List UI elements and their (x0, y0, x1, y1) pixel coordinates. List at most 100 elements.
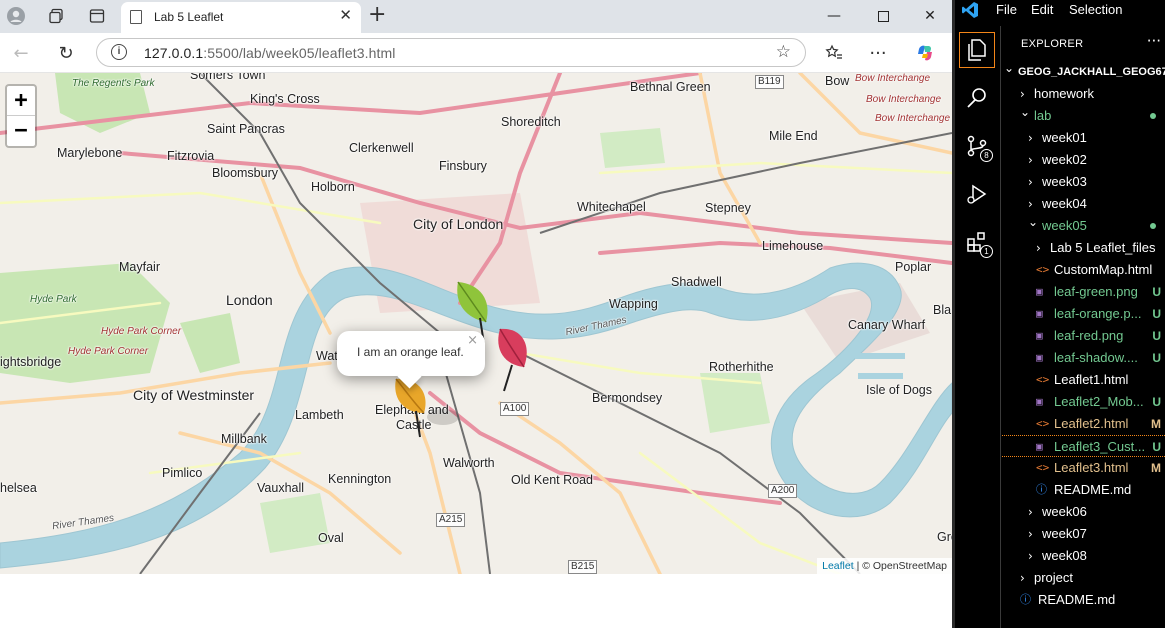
map-label: helsea (0, 481, 37, 495)
profile-icon[interactable] (4, 5, 28, 27)
settings-more-icon[interactable]: ··· (866, 41, 890, 65)
map-label: Wapping (609, 297, 658, 311)
chevron-down-icon[interactable]: ⌄ (1028, 215, 1038, 233)
info-file-icon: ⓘ (1020, 593, 1031, 606)
tree-item-label: Leaflet3.html (1054, 460, 1129, 475)
tab-lab5-leaflet[interactable]: Lab 5 Leaflet ✕ (121, 2, 361, 33)
html-file-icon: <> (1036, 461, 1050, 474)
tree-folder[interactable]: › week04 (1002, 193, 1165, 215)
image-file-icon: ▣ (1036, 285, 1043, 298)
chevron-right-icon[interactable]: › (1028, 193, 1033, 215)
tree-file[interactable]: <> Leaflet3.html M (1002, 457, 1165, 479)
maximize-icon[interactable] (863, 3, 903, 29)
tree-folder[interactable]: › week07 (1002, 523, 1165, 545)
chevron-right-icon[interactable]: › (1028, 501, 1033, 523)
tree-folder[interactable]: › week01 (1002, 127, 1165, 149)
chevron-right-icon[interactable]: › (1036, 237, 1041, 259)
chevron-right-icon[interactable]: › (1028, 545, 1033, 567)
map-label: Old Kent Road (511, 473, 593, 487)
info-file-icon: ⓘ (1036, 483, 1047, 496)
menu-bar: File Edit Selection (955, 0, 1165, 22)
extensions-icon[interactable]: 1 (959, 224, 995, 260)
tree-item-label: project (1034, 570, 1074, 585)
minimize-icon[interactable]: — (814, 3, 854, 29)
reload-icon[interactable]: ↻ (54, 41, 78, 65)
address-bar[interactable]: i 127.0.0.1:5500/lab/week05/leaflet3.htm… (96, 38, 806, 67)
tree-item-label: Lab 5 Leaflet_files (1050, 240, 1156, 255)
favorite-star-icon[interactable]: ☆ (776, 42, 791, 62)
favorites-icon[interactable] (822, 41, 846, 65)
git-status-badge: U (1152, 440, 1161, 454)
close-window-icon[interactable]: ✕ (910, 3, 950, 29)
chevron-right-icon[interactable]: › (1028, 523, 1033, 545)
tree-file[interactable]: ▣ Leaflet2_Mob... U (1002, 391, 1165, 413)
tree-folder[interactable]: › week08 (1002, 545, 1165, 567)
popup-close-icon[interactable]: × (467, 333, 478, 348)
explorer-sidebar: EXPLORER ··· ⌄ GEOG_JACKHALL_GEOG678 › home… (1002, 26, 1165, 628)
map-label: The Regent's Park (72, 78, 155, 89)
tree-file[interactable]: ▣ leaf-red.png U (1002, 325, 1165, 347)
run-debug-icon[interactable] (959, 176, 995, 212)
chevron-right-icon[interactable]: › (1028, 149, 1033, 171)
explorer-title: EXPLORER (1021, 38, 1084, 50)
menu-selection[interactable]: Selection (1069, 2, 1122, 17)
tree-file[interactable]: ⓘ README.md (1002, 479, 1165, 501)
map-label: Isle of Dogs (866, 383, 933, 397)
source-control-icon[interactable]: 8 (959, 128, 995, 164)
tab-bar: Lab 5 Leaflet ✕ + — ✕ (0, 0, 952, 33)
tree-folder[interactable]: › project (1002, 567, 1165, 589)
chevron-down-icon[interactable]: ⌄ (1004, 61, 1014, 79)
tree-folder[interactable]: ⌄ week05 (1002, 215, 1165, 237)
tree-item-label: week06 (1042, 504, 1087, 519)
image-file-icon: ▣ (1036, 307, 1043, 320)
chevron-right-icon[interactable]: › (1020, 567, 1025, 589)
tree-folder[interactable]: › week06 (1002, 501, 1165, 523)
road-shield: A200 (768, 484, 798, 498)
vertical-tabs-icon[interactable] (85, 5, 109, 27)
menu-file[interactable]: File (996, 2, 1017, 17)
tree-folder[interactable]: ⌄ lab (1002, 105, 1165, 127)
tree-folder[interactable]: › Lab 5 Leaflet_files (1002, 237, 1165, 259)
map-label: Clerkenwell (349, 141, 414, 155)
red-leaf-marker[interactable] (490, 323, 535, 393)
copilot-icon[interactable] (913, 41, 937, 65)
back-icon[interactable]: ← (9, 41, 33, 65)
map-label: Poplar (895, 260, 932, 274)
tree-file[interactable]: <> Leaflet2.html M (1002, 413, 1165, 435)
map-label: Finsbury (439, 159, 487, 173)
tree-file[interactable]: ⓘ README.md (1002, 589, 1165, 611)
workspaces-icon[interactable] (44, 5, 68, 27)
tree-folder[interactable]: › week03 (1002, 171, 1165, 193)
chevron-down-icon[interactable]: ⌄ (1020, 105, 1030, 123)
tree-file[interactable]: <> CustomMap.html (1002, 259, 1165, 281)
leaflet-map[interactable]: Somers Town The Regent's Park King's Cro… (0, 73, 952, 574)
html-file-icon: <> (1036, 373, 1050, 386)
popup-text: I am an orange leaf. (357, 345, 464, 359)
site-info-icon[interactable]: i (111, 44, 127, 60)
chevron-right-icon[interactable]: › (1028, 127, 1033, 149)
tree-file[interactable]: ▣ leaf-orange.p... U (1002, 303, 1165, 325)
tree-file[interactable]: ▣ Leaflet3_Cust... U (1002, 435, 1165, 457)
tab-close-icon[interactable]: ✕ (339, 6, 352, 24)
leaflet-link[interactable]: Leaflet (822, 560, 854, 572)
search-icon[interactable] (959, 80, 995, 116)
chevron-right-icon[interactable]: › (1028, 171, 1033, 193)
map-label: Shadwell (671, 275, 722, 289)
explorer-more-icon[interactable]: ··· (1147, 32, 1161, 50)
tree-folder[interactable]: › week02 (1002, 149, 1165, 171)
chevron-right-icon[interactable]: › (1020, 83, 1025, 105)
map-label: Bow Interchange (855, 73, 931, 84)
menu-edit[interactable]: Edit (1031, 2, 1053, 17)
zoom-out-button[interactable]: − (7, 116, 35, 146)
explorer-icon[interactable] (959, 32, 995, 68)
new-tab-icon[interactable]: + (368, 2, 386, 27)
navigation-bar: ← ↻ i 127.0.0.1:5500/lab/week05/leaflet3… (0, 33, 952, 73)
url-text[interactable]: 127.0.0.1:5500/lab/week05/leaflet3.html (144, 45, 395, 61)
git-change-dot (1150, 223, 1156, 229)
tree-folder[interactable]: ⌄ GEOG_JACKHALL_GEOG678 (1002, 61, 1165, 83)
tree-file[interactable]: <> Leaflet1.html (1002, 369, 1165, 391)
tree-file[interactable]: ▣ leaf-shadow.... U (1002, 347, 1165, 369)
tree-file[interactable]: ▣ leaf-green.png U (1002, 281, 1165, 303)
zoom-in-button[interactable]: + (7, 86, 35, 116)
tree-folder[interactable]: › homework (1002, 83, 1165, 105)
